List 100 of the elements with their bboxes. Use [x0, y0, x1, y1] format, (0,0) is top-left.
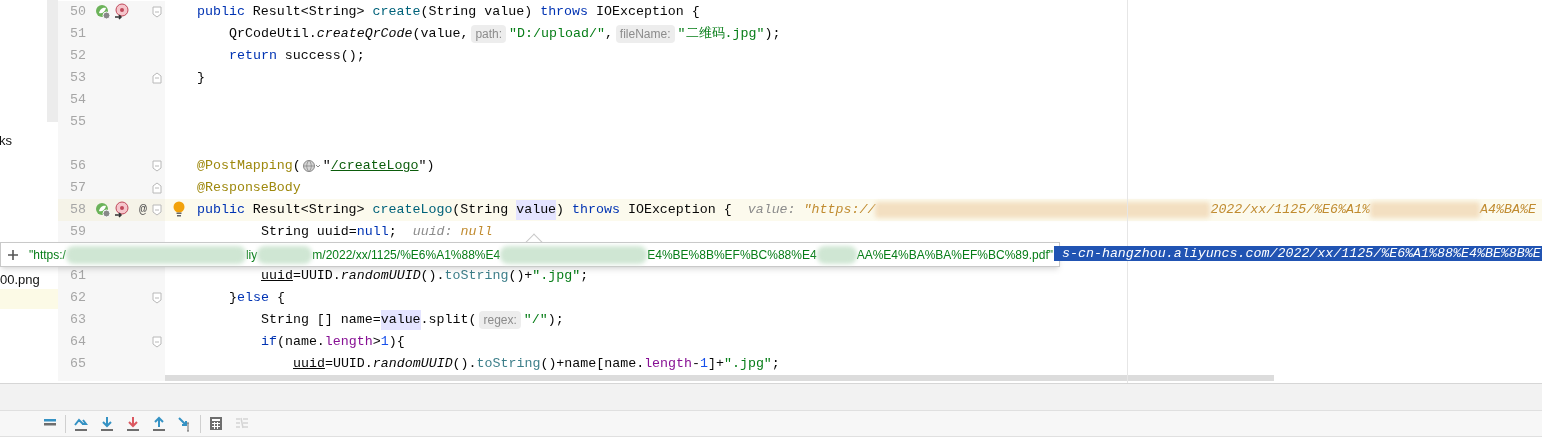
code-text: randomUUID — [340, 267, 421, 286]
code-text: (). — [452, 355, 477, 374]
code-text: toString — [476, 355, 541, 374]
horizontal-scrollbar[interactable] — [165, 375, 1274, 381]
code-text: } — [197, 69, 205, 88]
lightbulb-icon[interactable] — [173, 201, 185, 217]
code-text: ){ — [388, 333, 405, 352]
code-text: (). — [420, 267, 445, 286]
globe-icon[interactable] — [301, 159, 322, 173]
circle-arrow-icon[interactable] — [113, 3, 129, 21]
code-text: ); — [547, 311, 564, 330]
code-text: "/" — [523, 311, 548, 330]
down-arrow-icon[interactable] — [125, 414, 141, 433]
code-text: String [] name= — [261, 311, 381, 330]
code-text: (name. — [276, 333, 325, 352]
file-tree-item[interactable]: 00.png — [0, 270, 58, 288]
parameter-hint: regex: — [479, 311, 521, 329]
code-text: IOException { — [595, 3, 700, 22]
up-arrow-icon[interactable] — [151, 414, 167, 433]
parameter-hint: fileName: — [615, 25, 675, 43]
inline-value: A4%BA%E — [1480, 201, 1536, 220]
code-text: { — [275, 289, 285, 308]
circle-arrow-icon[interactable] — [113, 201, 129, 219]
code-text: "D:/upload/" — [509, 25, 605, 44]
code-text: public — [197, 201, 245, 220]
line-number: 55 — [69, 113, 86, 132]
line-number: 62 — [69, 289, 86, 308]
line-number: 61 — [69, 267, 86, 286]
code-text: ) — [556, 201, 566, 220]
code-text: " — [322, 157, 331, 176]
blurred-region — [816, 245, 857, 264]
code-text: if — [261, 333, 277, 352]
code-text: createQrCode — [316, 25, 413, 44]
blurred-region — [257, 245, 313, 264]
code-text: - — [692, 355, 700, 374]
code-text: toString — [444, 267, 509, 286]
code-text: create — [372, 3, 421, 22]
code-text: } — [229, 289, 237, 308]
line-number: 59 — [69, 223, 86, 242]
line-number: 50 — [69, 3, 86, 22]
code-text: 1 — [700, 355, 708, 374]
code-text: ()+ — [508, 267, 533, 286]
value-text: m/2022/xx/1125/%E6%A1%88%E4 — [312, 246, 501, 264]
fold-marker-icon[interactable] — [152, 182, 162, 194]
plus-icon[interactable] — [7, 248, 19, 261]
file-tree-item[interactable]: ks — [0, 131, 58, 149]
fold-marker-icon[interactable] — [152, 6, 162, 18]
inline-value: "https:// — [803, 201, 876, 220]
line-number: 51 — [69, 25, 86, 44]
line-number: 63 — [69, 311, 86, 330]
code-text: randomUUID — [372, 355, 453, 374]
code-text: /createLogo — [330, 157, 419, 176]
fold-marker-icon[interactable] — [152, 72, 162, 84]
gutter-mark[interactable]: @ — [139, 200, 147, 220]
code-text: @ResponseBody — [197, 179, 301, 198]
code-text: "二维码.jpg" — [677, 25, 765, 44]
code-text: ()+name[name. — [540, 355, 645, 374]
fold-marker-icon[interactable] — [152, 336, 162, 348]
inline-value-label: uuid: — [412, 223, 453, 242]
inline-value: null — [460, 223, 493, 242]
inline-value: 2022/xx/1125/%E6%A1% — [1210, 201, 1370, 220]
leaf-globe-icon[interactable] — [95, 202, 111, 218]
code-text: (String value) — [420, 3, 534, 22]
code-text: public — [197, 3, 245, 22]
value-text: liy — [245, 246, 258, 264]
fold-marker-icon[interactable] — [152, 292, 162, 304]
code-text: else — [237, 289, 269, 308]
line-number: 56 — [69, 157, 86, 176]
line-number: 57 — [69, 179, 86, 198]
code-text: > — [372, 333, 381, 352]
line-number: 52 — [69, 47, 86, 66]
code-text: value — [516, 200, 557, 220]
line-number: 64 — [69, 333, 86, 352]
value-text: E4%BE%8B%EF%BC%88%E4 — [647, 246, 817, 264]
code-text: IOException { — [626, 201, 732, 220]
code-text: uuid — [261, 267, 293, 286]
code-text: ; — [388, 223, 397, 242]
code-text: null — [356, 223, 389, 242]
code-text: throws — [540, 3, 589, 22]
leaf-globe-icon[interactable] — [95, 4, 111, 20]
fold-marker-icon[interactable] — [152, 204, 162, 216]
code-text: (String — [452, 201, 510, 220]
calculator-icon[interactable] — [208, 414, 224, 433]
code-text: return — [229, 47, 277, 66]
code-text: ; — [580, 267, 589, 286]
code-text: =UUID. — [324, 355, 373, 374]
code-text: =UUID. — [292, 267, 341, 286]
code-text: String uuid= — [261, 223, 357, 242]
code-text: ]+ — [708, 355, 724, 374]
value-text: "https:/ — [29, 246, 66, 264]
line-number: 53 — [69, 69, 86, 88]
line-number: 65 — [69, 355, 86, 374]
selected-row — [0, 289, 58, 309]
code-text: 1 — [380, 333, 389, 352]
fold-marker-icon[interactable] — [152, 160, 162, 172]
down-arrow-icon[interactable] — [99, 414, 115, 433]
code-text: Result<String> — [251, 201, 366, 220]
code-text: .split( — [420, 311, 477, 330]
code-text: (value, — [412, 25, 469, 44]
line-number: 58 — [69, 201, 86, 220]
